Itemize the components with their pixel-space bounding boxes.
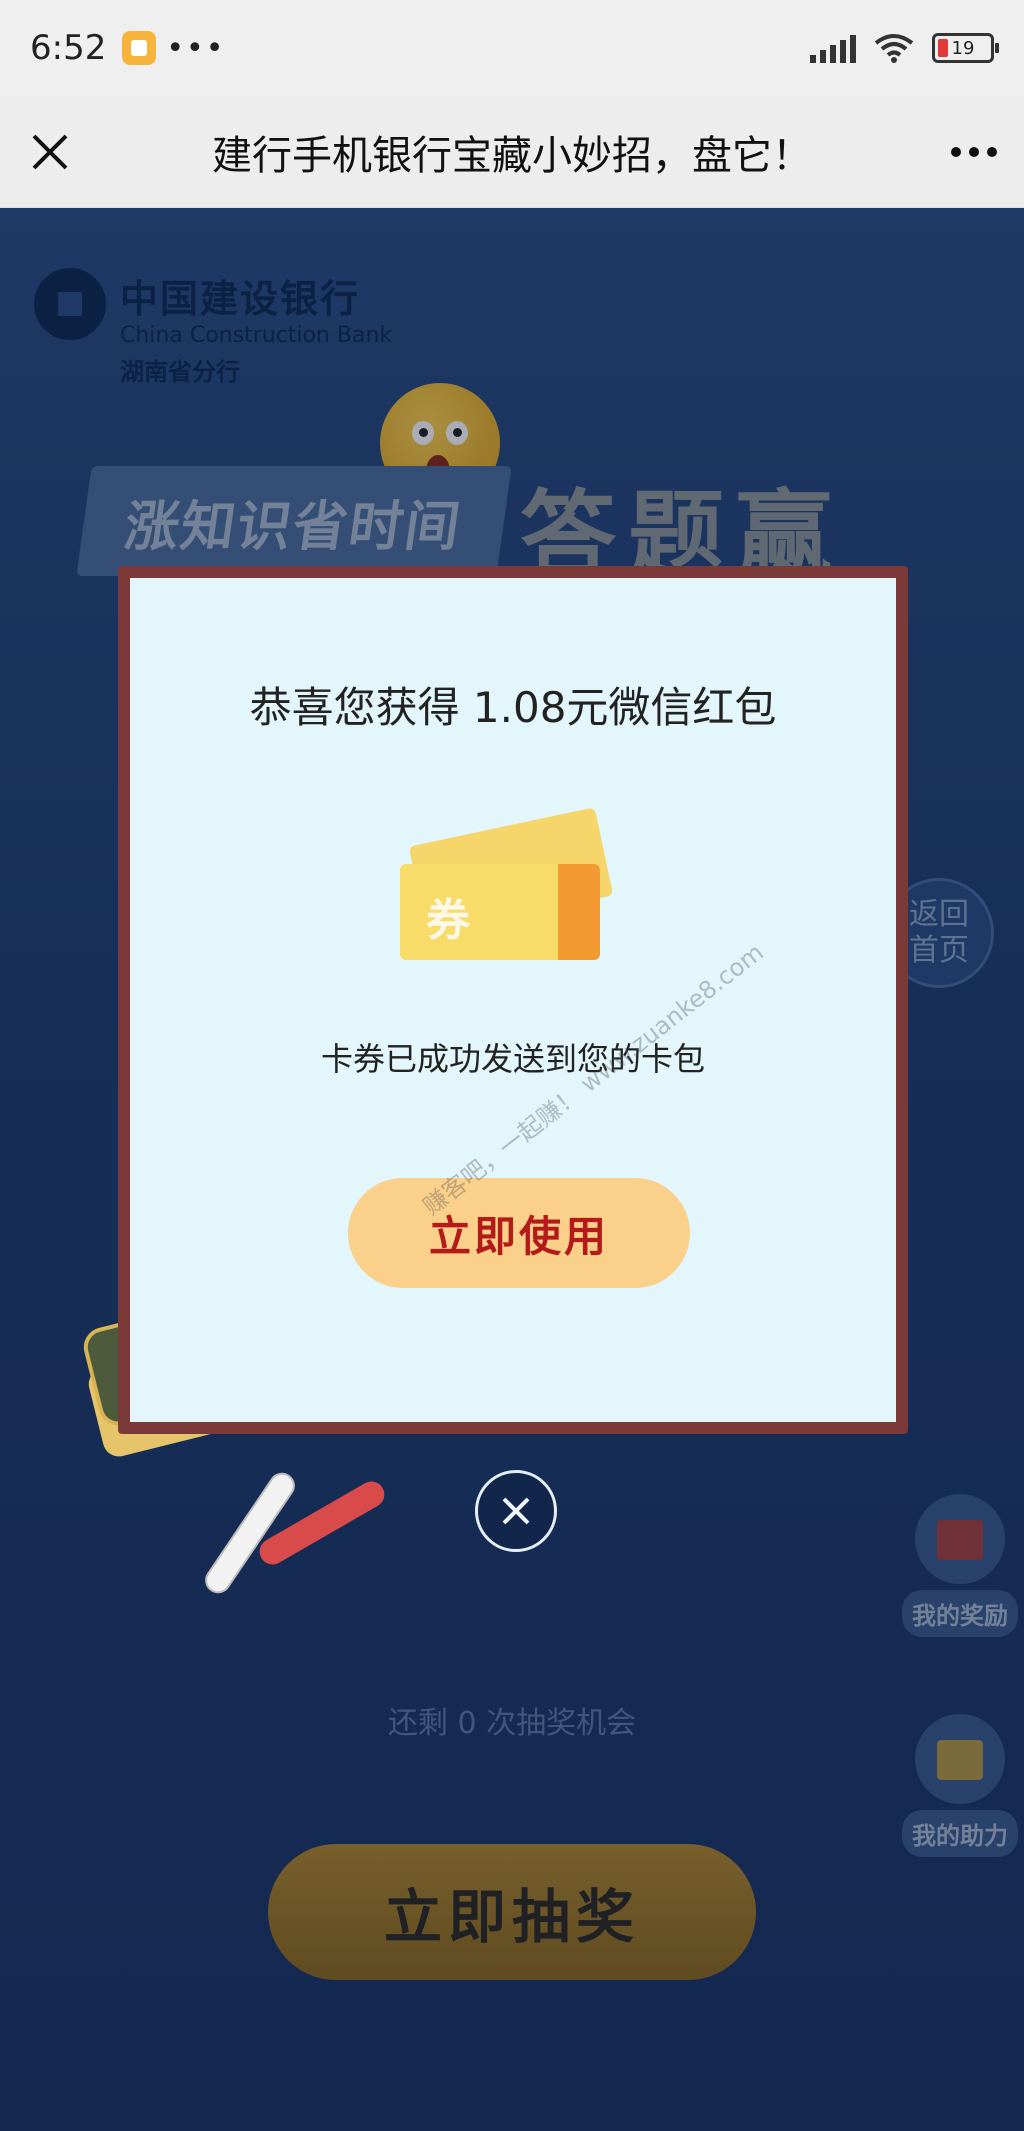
wifi-icon	[874, 34, 914, 63]
modal-close-button[interactable]	[475, 1470, 557, 1552]
close-icon	[32, 134, 68, 169]
use-now-button[interactable]: 立即使用	[348, 1178, 690, 1288]
nav-bar: 建行手机银行宝藏小妙招，盘它！	[0, 96, 1024, 208]
prize-message: 恭喜您获得 1.08元微信红包	[249, 683, 777, 732]
coupon-icon: 券	[400, 807, 616, 976]
prize-modal: 恭喜您获得 1.08元微信红包 券 卡券已成功发送到您的卡包 立即使用	[118, 566, 908, 1434]
close-button[interactable]	[0, 96, 100, 208]
more-icon	[951, 146, 997, 157]
close-icon	[502, 1497, 530, 1525]
status-bar: 6:52 ••• 19	[0, 0, 1024, 96]
more-notifications-icon: •••	[166, 30, 226, 66]
coupon-sent-text: 卡券已成功发送到您的卡包	[320, 1040, 705, 1078]
page-title: 建行手机银行宝藏小妙招，盘它！	[212, 132, 812, 179]
battery-level: 19	[951, 37, 975, 59]
more-button[interactable]	[924, 96, 1024, 208]
signal-icon	[810, 33, 856, 63]
notification-app-icon	[122, 31, 157, 65]
coupon-label: 券	[426, 895, 470, 946]
battery-icon: 19	[932, 33, 999, 63]
status-time: 6:52	[30, 28, 107, 68]
